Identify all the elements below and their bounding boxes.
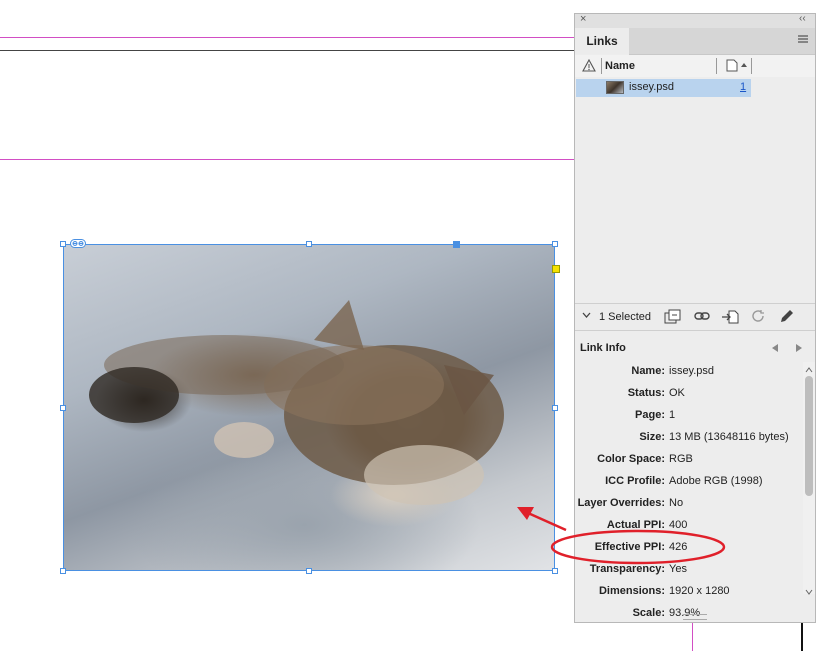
go-to-link-icon[interactable] (721, 309, 739, 327)
link-info-title: Link Info (580, 342, 626, 354)
content-grabber-handle[interactable] (453, 241, 460, 248)
panel-menu-icon[interactable] (797, 34, 809, 47)
frame-handle-bottom-middle[interactable] (306, 568, 312, 574)
page-edge-vertical (801, 622, 803, 651)
scroll-up-icon[interactable] (805, 364, 813, 376)
list-item[interactable]: issey.psd 1 (576, 79, 751, 97)
link-info-header: Link Info (575, 336, 815, 360)
thumbnail-icon (606, 81, 624, 94)
frame-handle-top-left[interactable] (60, 241, 66, 247)
margin-guide-top (0, 37, 574, 38)
page-column-icon[interactable] (726, 59, 750, 75)
warning-column-icon[interactable] (582, 58, 596, 75)
col-divider (601, 58, 602, 74)
info-scrollbar[interactable] (803, 362, 815, 595)
margin-guide-middle (0, 159, 574, 160)
selected-count: 1 Selected (599, 311, 651, 323)
tab-strip (629, 28, 815, 55)
links-panel: × ‹‹ Links Name issey.psd 1 1 Selected L… (574, 13, 816, 623)
placed-image-frame[interactable] (63, 244, 555, 571)
frame-handle-bottom-left[interactable] (60, 568, 66, 574)
link-info-list: Name: issey.psd Status: OK Page: 1 Size: 13 … (575, 360, 803, 620)
edit-original-icon[interactable] (779, 309, 794, 327)
scroll-thumb[interactable] (805, 376, 813, 496)
info-row-name: Name: issey.psd (631, 365, 715, 377)
link-page-number[interactable]: 1 (740, 81, 746, 93)
link-filename: issey.psd (629, 81, 675, 93)
frame-handle-bottom-right[interactable] (552, 568, 558, 574)
frame-handle-middle-left[interactable] (60, 405, 66, 411)
col-divider (751, 58, 752, 74)
close-icon[interactable]: × (580, 13, 586, 25)
info-row-size: Size: 13 MB (13648116 bytes) (639, 431, 789, 443)
collapse-icon[interactable]: ‹‹ (799, 13, 806, 24)
link-badge-icon (70, 239, 86, 248)
next-link-icon[interactable] (795, 343, 803, 356)
chevron-down-icon[interactable] (582, 310, 591, 322)
links-list-header: Name (575, 55, 815, 78)
scroll-down-icon[interactable] (805, 586, 813, 598)
info-row-color-space: Color Space: RGB (597, 453, 693, 465)
info-row-icc-profile: ICC Profile: Adobe RGB (1998) (605, 475, 763, 487)
info-row-effective-ppi: Effective PPI: 426 (594, 541, 688, 553)
kitten-photo (89, 300, 504, 505)
relink-icon[interactable] (694, 310, 710, 325)
frame-handle-top-right[interactable] (552, 241, 558, 247)
links-list: issey.psd 1 (575, 77, 815, 297)
links-toolbar: 1 Selected (575, 303, 815, 331)
update-link-icon[interactable] (751, 309, 766, 327)
info-row-dimensions: Dimensions: 1920 x 1280 (598, 585, 730, 597)
info-row-status: Status: OK (627, 387, 685, 399)
relink-from-cc-icon[interactable] (664, 309, 682, 327)
col-name-header[interactable]: Name (605, 60, 635, 72)
resize-grip-icon[interactable] (683, 614, 707, 620)
info-row-transparency: Transparency: Yes (589, 563, 687, 575)
col-divider (716, 58, 717, 74)
panel-title-bar[interactable]: × ‹‹ (575, 13, 815, 29)
info-row-page: Page: 1 (635, 409, 676, 421)
margin-guide-vertical (692, 622, 693, 651)
info-row-layer-overrides: Layer Overrides: No (577, 497, 684, 509)
tab-links[interactable]: Links (575, 28, 630, 54)
frame-handle-top-middle[interactable] (306, 241, 312, 247)
frame-handle-middle-right[interactable] (552, 405, 558, 411)
info-row-actual-ppi: Actual PPI: 400 (606, 519, 688, 531)
live-corner-control[interactable] (552, 265, 560, 273)
previous-link-icon[interactable] (771, 343, 779, 356)
page-edge-line (0, 50, 574, 51)
